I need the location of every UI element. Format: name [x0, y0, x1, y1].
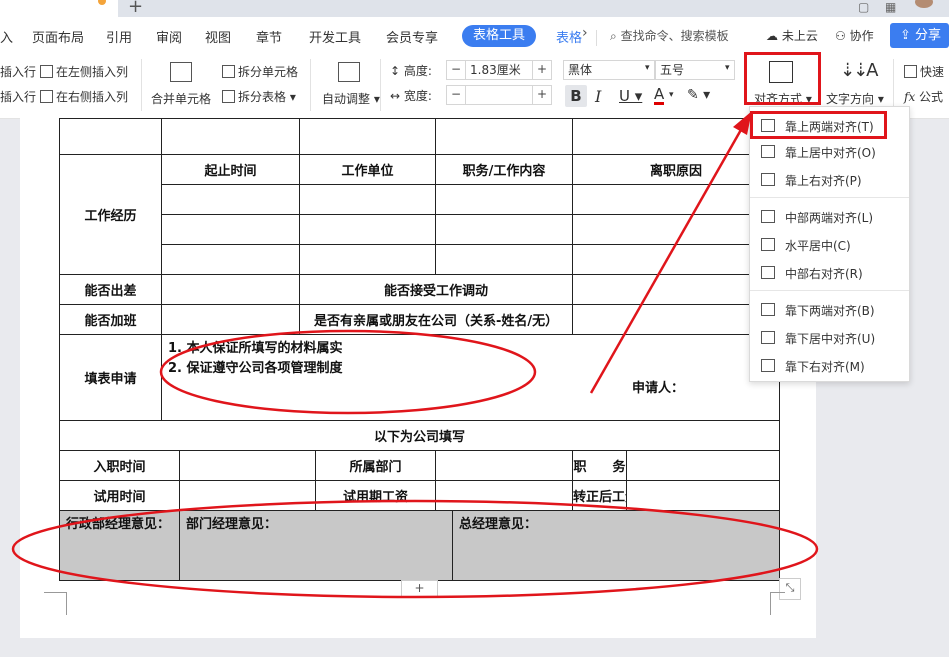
annotation-ellipse: [159, 329, 537, 415]
arrowhead-icon: [733, 111, 752, 135]
annotation-overlay: [11, 111, 819, 599]
annotation-arrow-line: [589, 127, 744, 394]
annotation-ellipse: [11, 499, 819, 599]
